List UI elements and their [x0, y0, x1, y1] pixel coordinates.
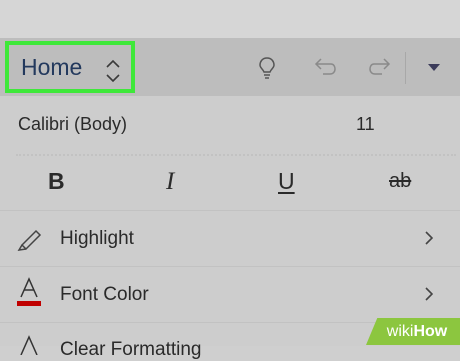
home-tab-label: Home	[21, 53, 83, 80]
clear-formatting-label: Clear Formatting	[60, 339, 202, 360]
highlight-menu-item[interactable]: Highlight	[0, 210, 460, 267]
strikethrough-button[interactable]: ab	[389, 170, 411, 193]
bold-button[interactable]: B	[48, 168, 65, 195]
watermark-wiki: wiki	[386, 322, 414, 340]
divider	[16, 154, 456, 156]
toolbar-separator	[405, 52, 406, 84]
lightbulb-icon[interactable]	[258, 56, 276, 80]
redo-icon[interactable]	[368, 56, 392, 78]
underline-button[interactable]: U	[278, 168, 295, 195]
wikihow-watermark: wiki How	[366, 318, 460, 345]
italic-button[interactable]: I	[166, 168, 174, 196]
chevron-right-icon	[425, 231, 433, 245]
highlight-label: Highlight	[60, 228, 134, 249]
up-down-chevron-icon	[106, 59, 120, 83]
font-name[interactable]: Calibri (Body)	[18, 114, 127, 135]
font-row[interactable]: Calibri (Body) 11	[0, 96, 460, 154]
top-strip	[0, 0, 460, 38]
highlighter-icon	[17, 229, 42, 251]
font-color-icon	[17, 277, 41, 306]
dropdown-triangle-icon[interactable]	[428, 64, 440, 72]
watermark-how: How	[413, 322, 448, 340]
clear-formatting-icon	[20, 335, 38, 355]
font-size[interactable]: 11	[356, 114, 375, 135]
undo-icon[interactable]	[313, 56, 337, 78]
home-tab-selector[interactable]: Home	[5, 41, 135, 93]
chevron-right-icon	[425, 287, 433, 301]
font-color-menu-item[interactable]: Font Color	[0, 266, 460, 323]
font-color-label: Font Color	[60, 284, 149, 305]
